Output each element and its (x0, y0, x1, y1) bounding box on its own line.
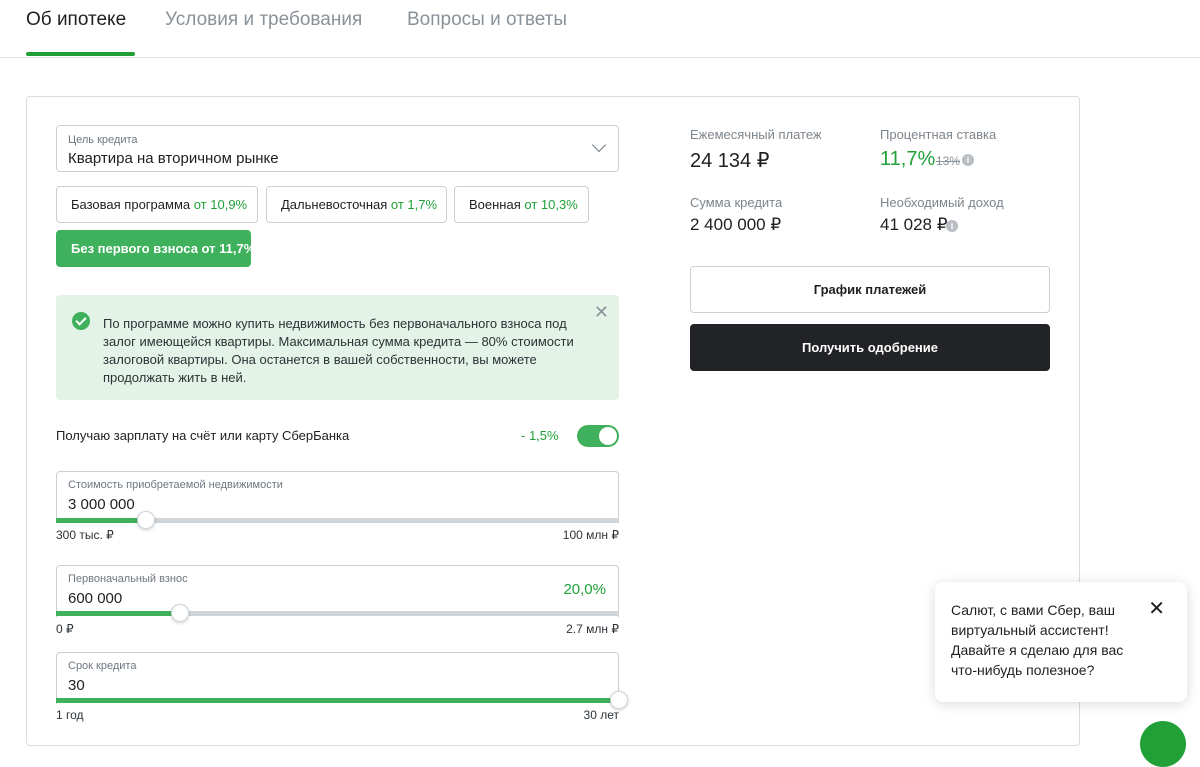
down-payment-field[interactable]: Первоначальный взнос 600 000 20,0% (56, 565, 619, 617)
monthly-payment-label: Ежемесячный платеж (690, 127, 822, 142)
loan-amount-value: 2 400 000 ₽ (690, 215, 782, 234)
slider-fill (56, 698, 619, 703)
interest-rate-value: 11,7% (880, 148, 936, 170)
salary-toggle[interactable] (577, 425, 619, 447)
program-rate: от 10,3% (524, 197, 578, 212)
salary-discount: - 1,5% (521, 428, 559, 443)
program-info-text: По программе можно купить недвижимость б… (103, 316, 574, 385)
close-icon[interactable]: ✕ (594, 302, 609, 323)
program-name: Без первого взноса (71, 241, 198, 256)
tab-bar: Об ипотеке Условия и требования Вопросы … (0, 0, 1200, 58)
assistant-chat-popup: Салют, с вами Сбер, ваш виртуальный асси… (935, 582, 1187, 702)
get-approval-button[interactable]: Получить одобрение (690, 324, 1050, 371)
chevron-down-icon (591, 137, 607, 153)
property-price-label: Стоимость приобретаемой недвижимости (68, 479, 283, 491)
property-price-slider[interactable] (56, 511, 619, 529)
down-payment-min: 0 ₽ (56, 622, 74, 636)
program-rate: от 11,7% (201, 241, 256, 256)
loan-term-field[interactable]: Срок кредита 30 (56, 652, 619, 704)
info-icon[interactable]: i (962, 154, 974, 166)
loan-purpose-select[interactable]: Цель кредита Квартира на вторичном рынке (56, 125, 619, 172)
program-no-down-payment-button[interactable]: Без первого взноса от 11,7% (56, 230, 255, 267)
program-name: Базовая программа (71, 197, 191, 212)
down-payment-value: 600 000 (68, 590, 123, 607)
slider-fill (56, 611, 180, 616)
loan-term-value: 30 (68, 677, 85, 694)
tab-conditions[interactable]: Условия и требования (165, 9, 362, 31)
property-price-value: 3 000 000 (68, 496, 135, 513)
tab-faq[interactable]: Вопросы и ответы (407, 9, 567, 31)
required-income-label: Необходимый доход (880, 195, 1004, 210)
assistant-message: Салют, с вами Сбер, ваш виртуальный асси… (951, 602, 1124, 678)
loan-term-min: 1 год (56, 708, 84, 722)
active-tab-indicator (26, 52, 135, 56)
interest-rate-old: 13% (936, 154, 961, 168)
check-circle-icon (72, 312, 90, 330)
interest-rate-label: Процентная ставка (880, 127, 997, 142)
assistant-launcher-icon[interactable] (1140, 721, 1186, 767)
loan-amount-label: Сумма кредита (690, 195, 783, 210)
slider-thumb[interactable] (137, 511, 156, 529)
monthly-payment-value: 24 134 ₽ (690, 150, 770, 172)
program-info-banner: По программе можно купить недвижимость б… (56, 295, 619, 400)
program-basic-button[interactable]: Базовая программа от 10,9% (56, 186, 258, 223)
program-name: Дальневосточная (281, 197, 388, 212)
program-rate: от 1,7% (390, 197, 438, 212)
loan-term-slider[interactable] (56, 691, 628, 709)
loan-purpose-label: Цель кредита (68, 134, 138, 146)
info-icon[interactable]: i (946, 220, 958, 232)
property-price-min: 300 тыс. ₽ (56, 528, 114, 542)
close-icon[interactable]: ✕ (1148, 596, 1165, 621)
down-payment-label: Первоначальный взнос (68, 573, 188, 585)
program-far-east-button[interactable]: Дальневосточная от 1,7% (266, 186, 447, 223)
down-payment-slider[interactable] (56, 604, 619, 622)
payment-schedule-button[interactable]: График платежей (690, 266, 1050, 313)
slider-fill (56, 518, 147, 523)
program-military-button[interactable]: Военная от 10,3% (454, 186, 589, 223)
program-rate: от 10,9% (193, 197, 248, 212)
program-name: Военная (469, 197, 521, 212)
down-payment-max: 2.7 млн ₽ (566, 622, 619, 636)
slider-thumb[interactable] (610, 691, 628, 709)
tab-about-mortgage[interactable]: Об ипотеке (26, 9, 126, 31)
down-payment-percent: 20,0% (563, 581, 606, 598)
loan-term-max: 30 лет (583, 708, 619, 722)
loan-purpose-value: Квартира на вторичном рынке (68, 150, 279, 167)
slider-thumb[interactable] (170, 604, 189, 622)
loan-term-label: Срок кредита (68, 660, 137, 672)
property-price-max: 100 млн ₽ (562, 528, 619, 542)
required-income-value: 41 028 ₽ (880, 215, 948, 234)
salary-label: Получаю зарплату на счёт или карту СберБ… (56, 428, 350, 443)
